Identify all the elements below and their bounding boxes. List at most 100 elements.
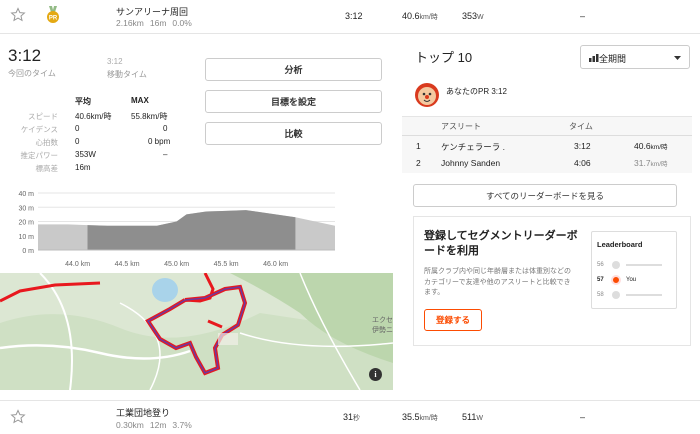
- stat-max-heartrate: 0 bpm: [148, 137, 171, 146]
- row-2-time: 4:06: [574, 158, 591, 168]
- segment-speed-value: 35.5: [402, 412, 420, 422]
- col-header-athlete: アスリート: [441, 122, 481, 131]
- row-2-athlete[interactable]: Johnny Sanden: [441, 158, 500, 168]
- segment-power: 353W: [462, 11, 484, 21]
- x-tick-label: 46.0 km: [263, 261, 288, 268]
- segment-dash: –: [580, 412, 586, 422]
- map-graphics: [0, 273, 393, 390]
- col-header-time: タイム: [569, 122, 593, 131]
- stat-label-power: 推定パワー: [20, 151, 59, 160]
- card-dot-58: [612, 291, 620, 299]
- card-dot-you: [611, 275, 621, 285]
- analyze-button[interactable]: 分析: [205, 58, 382, 81]
- segment-power-unit: W: [476, 415, 483, 422]
- segment-meta: 2.16km 16m 0.0%: [116, 18, 198, 28]
- pr-label: あなたのPR 3:12: [446, 87, 507, 96]
- x-tick-label: 44.0 km: [65, 261, 90, 268]
- row-1-speed-unit: km/時: [650, 144, 668, 151]
- row-1-speed-value: 40.6: [634, 141, 651, 151]
- stat-label-speed: スピード: [28, 112, 58, 121]
- segment-meta: 0.30km 12m 3.7%: [116, 420, 198, 430]
- map-label-1: エクセ: [372, 317, 393, 324]
- x-tick-label: 45.5 km: [214, 261, 239, 268]
- stats-col-max: MAX: [131, 96, 149, 105]
- segment-speed: 40.6km/時: [402, 11, 438, 22]
- table-divider: [402, 135, 692, 136]
- chevron-down-icon: [674, 56, 681, 60]
- leaderboard-table: アスリート タイム 1 ケンチェラーラ . 3:12 40.6km/時 2 Jo…: [402, 117, 692, 173]
- elapsed-time-label: 今回のタイム: [8, 69, 56, 78]
- signup-button[interactable]: 登録する: [424, 309, 482, 331]
- segment-grade: 0.0%: [172, 18, 192, 28]
- row-1-time: 3:12: [574, 141, 591, 151]
- segment-power: 511W: [462, 412, 483, 422]
- map-label-2: 伊勢ニ: [372, 327, 393, 334]
- card-bar-56: [626, 264, 662, 266]
- svg-text:PR: PR: [49, 16, 58, 22]
- stat-avg-power: 353W: [75, 150, 96, 159]
- leaderboard-title: トップ 10: [415, 50, 473, 65]
- bar-chart-icon: [589, 54, 599, 62]
- compare-button[interactable]: 比較: [205, 122, 382, 145]
- segment-distance: 2.16km: [116, 18, 144, 28]
- segment-speed: 35.5km/時: [402, 412, 438, 423]
- card-rank-58: 58: [597, 292, 604, 298]
- elapsed-time: 3:12: [8, 46, 42, 65]
- stat-avg-speed: 40.6km/時: [75, 112, 112, 121]
- moving-time-label: 移動タイム: [107, 70, 147, 79]
- card-dot-56: [612, 261, 620, 269]
- row-1-athlete[interactable]: ケンチェラーラ .: [441, 141, 505, 153]
- set-goal-button[interactable]: 目標を設定: [205, 90, 382, 113]
- segment-name[interactable]: サンアリーナ周回: [116, 5, 188, 18]
- pr-row: あなたのPR 3:12: [402, 73, 692, 117]
- card-rank-57: 57: [597, 277, 604, 283]
- star-icon[interactable]: [10, 7, 26, 23]
- row-2-rank: 2: [416, 158, 421, 168]
- row-2-speed-unit: km/時: [650, 161, 668, 168]
- row-1-speed: 40.6km/時: [634, 141, 668, 151]
- x-tick-label: 44.5 km: [115, 261, 140, 268]
- stat-max-speed: 55.8km/時: [131, 112, 168, 121]
- segment-power-unit: W: [477, 14, 484, 21]
- segment-time-unit: 秒: [353, 415, 361, 422]
- elevation-area-segment: [87, 210, 296, 250]
- segment-time: 3:12: [345, 11, 363, 21]
- segment-map[interactable]: エクセ 伊勢ニ i: [0, 273, 393, 390]
- segment-time: 31秒: [343, 412, 360, 423]
- promo-text: 所属クラブ内や同じ年齢層または体重別などのカテゴリーで友達や他のアスリートと比較…: [424, 268, 571, 296]
- see-all-leaderboards-button[interactable]: すべてのリーダーボードを見る: [413, 184, 677, 207]
- segment-distance: 0.30km: [116, 420, 144, 430]
- leaderboard-filter-select[interactable]: 全期間: [580, 45, 690, 69]
- card-rank-56: 56: [597, 262, 604, 268]
- elevation-chart[interactable]: 40 m 30 m 20 m 10 m 0 m 44.0 km 44.5 km 45.0 km…: [0, 188, 395, 270]
- stat-avg-cadence: 0: [75, 124, 80, 133]
- segment-time-value: 31: [343, 412, 354, 422]
- x-tick-label: 45.0 km: [164, 261, 189, 268]
- segment-elevation: 16m: [149, 18, 167, 28]
- stat-avg-heartrate: 0: [75, 137, 80, 146]
- segment-row-top[interactable]: PR サンアリーナ周回 2.16km 16m 0.0% 3:12 40.6km/時 …: [0, 0, 700, 34]
- card-title: Leaderboard: [597, 240, 643, 249]
- segment-name[interactable]: 工業団地登り: [116, 406, 170, 419]
- stat-label-elevation: 標高差: [35, 164, 59, 173]
- row-1-rank: 1: [416, 141, 421, 151]
- y-tick-label: 10 m: [18, 234, 34, 241]
- filter-value: 全期間: [599, 54, 627, 64]
- stat-max-cadence: 0: [163, 124, 168, 133]
- star-icon[interactable]: [10, 409, 26, 425]
- stat-label-heartrate: 心拍数: [35, 138, 59, 147]
- segment-dash: –: [580, 11, 586, 21]
- map-info-icon[interactable]: i: [369, 368, 382, 381]
- segment-row-bottom[interactable]: 工業団地登り 0.30km 12m 3.7% 31秒 35.5km/時 511W –: [0, 400, 700, 434]
- card-you-label: You: [626, 277, 637, 283]
- stats-col-avg: 平均: [75, 97, 91, 106]
- segment-grade: 3.7%: [172, 420, 192, 430]
- promo-title: 登録してセグメントリーダーボードを利用: [424, 230, 578, 257]
- map-info-glyph: i: [374, 370, 377, 379]
- y-tick-label: 30 m: [18, 205, 34, 212]
- row-2-speed: 31.7km/時: [634, 158, 668, 168]
- avatar[interactable]: [414, 82, 440, 108]
- signup-promo: 登録してセグメントリーダーボードを利用 所属クラブ内や同じ年齢層または体重別など…: [413, 216, 691, 346]
- segment-speed-unit: km/時: [419, 415, 438, 422]
- y-tick-label: 0 m: [22, 248, 34, 255]
